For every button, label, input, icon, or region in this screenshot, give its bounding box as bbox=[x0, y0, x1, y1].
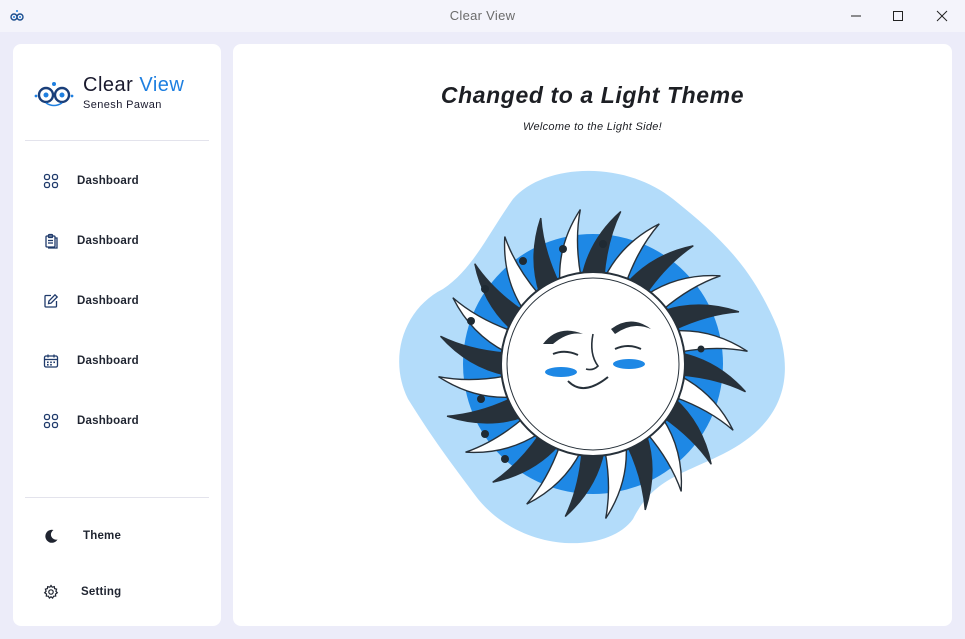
right-cheek bbox=[613, 359, 645, 369]
sidebar-item-label: Dashboard bbox=[77, 175, 139, 187]
sun-face-illustration bbox=[399, 170, 785, 544]
minimize-icon bbox=[851, 15, 861, 17]
edit-icon bbox=[43, 293, 59, 309]
clipboard-icon bbox=[43, 233, 59, 249]
maximize-icon bbox=[893, 11, 903, 21]
left-cheek bbox=[545, 367, 577, 377]
sidebar-item-label: Dashboard bbox=[77, 235, 139, 247]
calendar-icon bbox=[43, 353, 59, 369]
divider bbox=[25, 497, 209, 498]
page-title: Changed to a Light Theme bbox=[440, 82, 745, 108]
brand-name-accent: View bbox=[139, 74, 185, 96]
sidebar-item-label: Dashboard bbox=[77, 355, 139, 367]
sidebar-item-setting[interactable]: Setting bbox=[13, 572, 221, 612]
brand-name: Clear View bbox=[83, 74, 185, 96]
close-button[interactable] bbox=[919, 0, 965, 32]
sidebar: Clear View Senesh Pawan Dashboard Dashbo… bbox=[13, 44, 221, 626]
sidebar-item-label: Dashboard bbox=[77, 415, 139, 427]
minimize-button[interactable] bbox=[833, 0, 879, 32]
sidebar-item-theme[interactable]: Theme bbox=[13, 516, 221, 556]
moon-icon bbox=[43, 528, 59, 544]
window-title: Clear View bbox=[449, 8, 516, 23]
close-icon bbox=[936, 10, 948, 22]
app-logo-icon bbox=[34, 82, 74, 107]
sun-face-disc bbox=[500, 271, 686, 457]
divider bbox=[25, 140, 209, 141]
main-panel: Changed to a Light Theme Welcome to the … bbox=[233, 44, 952, 626]
brand-subtitle: Senesh Pawan bbox=[83, 99, 162, 111]
sidebar-item-label: Theme bbox=[83, 530, 122, 542]
gear-icon bbox=[43, 584, 59, 600]
sidebar-item-dashboard-1[interactable]: Dashboard bbox=[13, 161, 221, 201]
grid-icon bbox=[43, 173, 59, 189]
sidebar-item-dashboard-4[interactable]: Dashboard bbox=[13, 341, 221, 381]
sidebar-item-dashboard-2[interactable]: Dashboard bbox=[13, 221, 221, 261]
brand: Clear View Senesh Pawan bbox=[33, 74, 213, 124]
sidebar-item-dashboard-5[interactable]: Dashboard bbox=[13, 401, 221, 441]
sidebar-item-dashboard-3[interactable]: Dashboard bbox=[13, 281, 221, 321]
title-bar: Clear View bbox=[0, 0, 965, 32]
page-subtitle: Welcome to the Light Side! bbox=[522, 121, 663, 133]
sidebar-item-label: Dashboard bbox=[77, 295, 139, 307]
sidebar-item-label: Setting bbox=[81, 586, 122, 598]
grid-icon bbox=[43, 413, 59, 429]
maximize-button[interactable] bbox=[875, 0, 921, 32]
